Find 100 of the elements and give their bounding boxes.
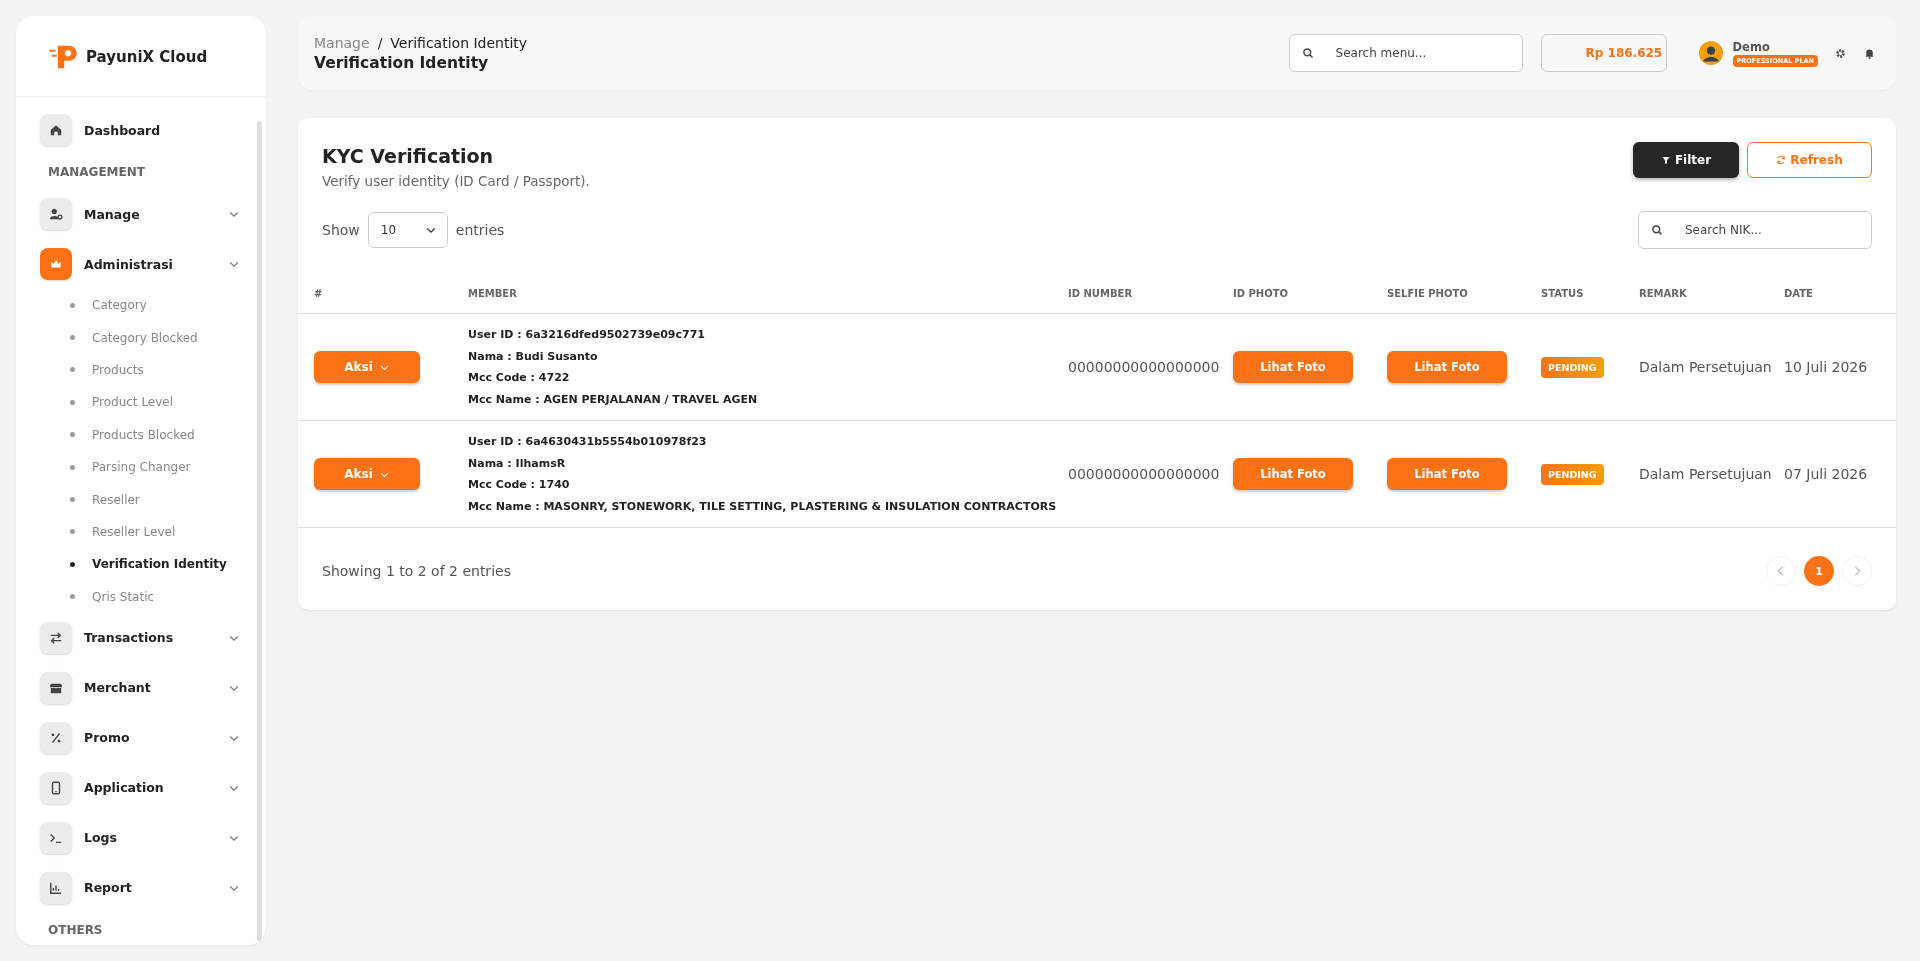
breadcrumb-item[interactable]: Manage: [314, 34, 370, 51]
column-header: STATUS: [1541, 273, 1639, 314]
member-detail: User ID : 6a4630431b5554b010978f23: [468, 434, 707, 450]
refresh-button[interactable]: Refresh: [1747, 142, 1872, 178]
section-heading: MANAGEMENT: [47, 164, 146, 181]
submenu-label: Reseller Level: [92, 524, 176, 539]
nav-item[interactable]: Dashboard: [40, 105, 240, 155]
submenu-item[interactable]: Verification Identity: [40, 548, 250, 581]
submenu-item[interactable]: Category: [40, 289, 250, 322]
table-cell: 10 Juli 2026: [1784, 313, 1896, 421]
view-photo-button[interactable]: Lihat Foto: [1233, 458, 1353, 490]
nav-item[interactable]: Manage: [40, 189, 240, 239]
bell-icon: [1863, 46, 1876, 60]
nav-item[interactable]: Logs: [40, 812, 240, 863]
action-button[interactable]: Aksi: [314, 458, 420, 490]
balance-button[interactable]: Rp 186.625: [1540, 34, 1667, 72]
page-button[interactable]: 1: [1804, 556, 1834, 586]
submenu-label: Category Blocked: [92, 330, 198, 345]
nav-label: Application: [84, 780, 165, 796]
balance-amount: Rp 186.625: [1585, 46, 1663, 60]
submenu-label: Reseller: [92, 492, 140, 507]
nav-item[interactable]: Promo: [40, 712, 240, 763]
nav-item[interactable]: Merchant: [40, 662, 240, 713]
table-cell: 07 Juli 2026: [1784, 420, 1896, 528]
nav-label: Transactions: [84, 630, 175, 646]
filter-button[interactable]: Filter: [1633, 142, 1739, 178]
avatar-icon: [1698, 41, 1723, 65]
section-heading: OTHERS: [47, 921, 104, 939]
nav-label: Merchant: [84, 680, 152, 696]
submenu-item[interactable]: Products Blocked: [40, 418, 250, 451]
nav-label: Promo: [84, 730, 131, 746]
entries-info: Showing 1 to 2 of 2 entries: [322, 563, 511, 579]
bullet-icon: [70, 594, 75, 600]
submenu-item[interactable]: Qris Static: [40, 580, 250, 613]
submenu-label: Product Level: [92, 395, 174, 410]
table-cell: Dalam Persetujuan: [1639, 420, 1784, 528]
user-gear-icon: [49, 207, 63, 221]
nav-item[interactable]: Transactions: [40, 612, 240, 663]
table-cell: Dalam Persetujuan: [1639, 313, 1784, 421]
bullet-icon: [70, 367, 75, 373]
member-detail: Mcc Code : 1740: [468, 477, 570, 493]
nav-label: Dashboard: [84, 122, 162, 138]
bullet-icon: [70, 529, 75, 535]
search-field[interactable]: Search NIK...: [1638, 211, 1872, 249]
breadcrumb-separator: /: [377, 34, 383, 51]
submenu-item[interactable]: Products: [40, 353, 250, 387]
nav-label: Logs: [84, 830, 118, 846]
arrows-icon: [49, 630, 63, 645]
member-detail: Nama : Budi Susanto: [468, 348, 598, 365]
bullet-icon: [70, 497, 75, 503]
submenu-item[interactable]: Product Level: [40, 386, 250, 419]
view-photo-button[interactable]: Lihat Foto: [1387, 458, 1507, 490]
submenu-label: Category: [92, 298, 147, 313]
member-detail: Mcc Name : AGEN PERJALANAN / TRAVEL AGEN: [468, 391, 758, 408]
column-header: #: [298, 273, 468, 314]
chart-icon: [49, 880, 63, 895]
status-badge: PENDING: [1541, 463, 1604, 485]
search-icon: [1651, 224, 1663, 236]
submenu-item[interactable]: Parsing Changer: [40, 450, 250, 484]
brand-name: PayuniX Cloud: [86, 48, 208, 66]
show-label: Show: [322, 222, 360, 238]
submenu-item[interactable]: Reseller: [40, 483, 250, 516]
member-detail: User ID : 6a3216dfed9502739e09c771: [468, 327, 705, 343]
crown-icon: [49, 257, 63, 271]
search-field[interactable]: Search menu...: [1288, 34, 1523, 72]
column-header: MEMBER: [468, 273, 1068, 314]
filter-icon: [1660, 155, 1671, 165]
column-header: ID PHOTO: [1233, 273, 1387, 314]
bullet-icon: [70, 399, 75, 405]
submenu-label: Verification Identity: [92, 557, 227, 572]
settings-icon: [1834, 46, 1847, 60]
user-name: Demo: [1732, 39, 1770, 54]
view-photo-button[interactable]: Lihat Foto: [1233, 351, 1353, 383]
member-detail: Mcc Code : 4722: [468, 370, 570, 386]
bullet-icon: [70, 464, 75, 470]
bullet-icon: [70, 432, 75, 438]
submenu-label: Qris Static: [92, 589, 155, 604]
bullet-icon: [70, 561, 75, 567]
submenu-label: Products: [92, 362, 144, 377]
column-header: REMARK: [1639, 273, 1784, 314]
card-title: KYC Verification: [322, 145, 495, 167]
member-detail: Nama : IlhamsR: [468, 455, 566, 472]
column-header: DATE: [1784, 273, 1896, 314]
submenu-item[interactable]: Reseller Level: [40, 515, 250, 549]
view-photo-button[interactable]: Lihat Foto: [1387, 351, 1507, 383]
refresh-icon: [1776, 155, 1787, 165]
submenu-item[interactable]: Category Blocked: [40, 321, 250, 354]
scrollbar[interactable]: [257, 121, 262, 941]
action-button[interactable]: Aksi: [314, 351, 420, 383]
nav-label: Manage: [84, 206, 141, 222]
entries-dropdown[interactable]: 10: [367, 212, 448, 248]
home-icon: [49, 123, 63, 137]
nav-item[interactable]: Report: [40, 862, 240, 913]
bullet-icon: [70, 335, 75, 341]
search-icon: [1301, 47, 1314, 59]
card-subtitle: Verify user identity (ID Card / Passport).: [322, 173, 590, 189]
page-title: Verification Identity: [314, 53, 490, 72]
nav-item[interactable]: Application: [40, 762, 240, 813]
breadcrumb-item: Verification Identity: [390, 34, 528, 51]
nav-item[interactable]: Administrasi: [40, 239, 240, 289]
